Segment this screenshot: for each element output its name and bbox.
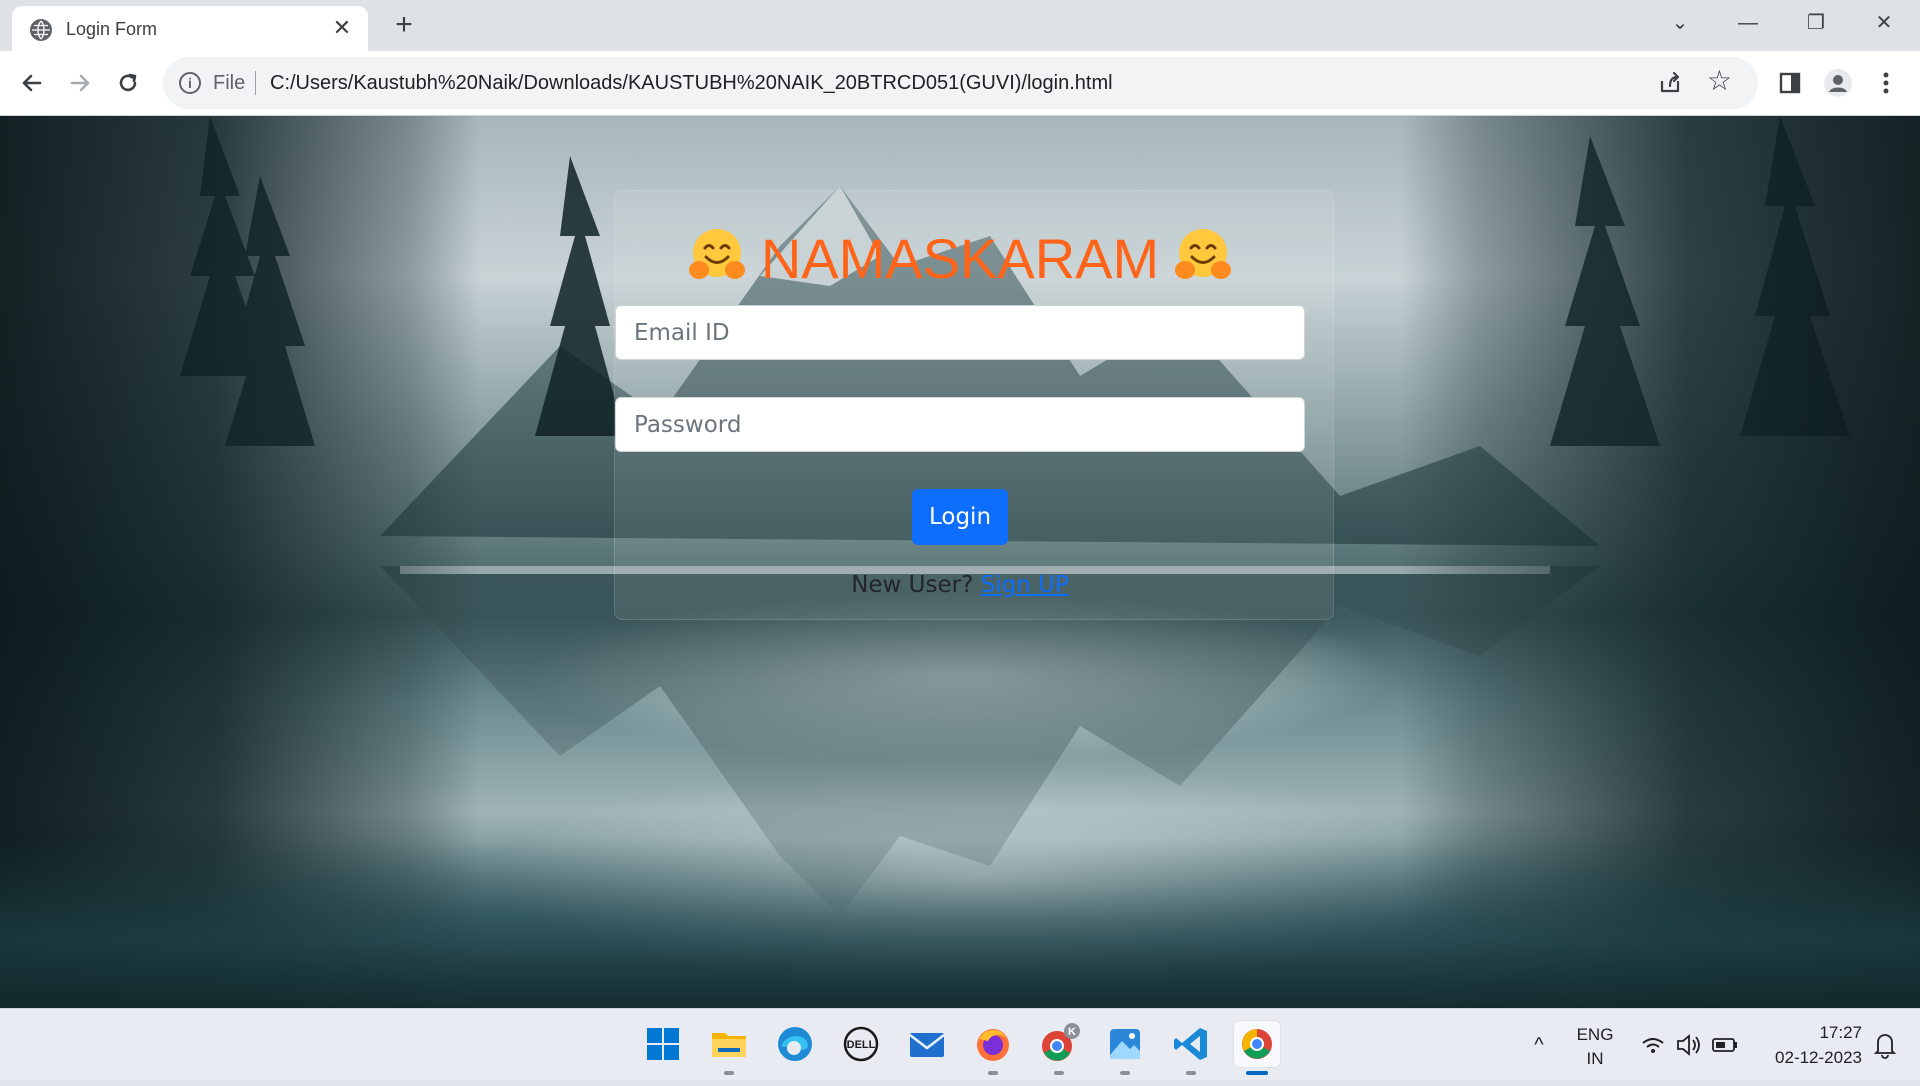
- bookmark-star-icon[interactable]: ☆: [1707, 65, 1732, 97]
- address-bar[interactable]: i File C:/Users/Kaustubh%20Naik/Download…: [163, 57, 1758, 109]
- chrome-icon[interactable]: [1234, 1021, 1280, 1075]
- running-indicator: [1186, 1071, 1196, 1075]
- close-window-button[interactable]: ✕: [1860, 6, 1908, 40]
- svg-text:DELL: DELL: [847, 1039, 876, 1051]
- profile-avatar-icon[interactable]: [1820, 65, 1856, 101]
- url-text[interactable]: C:/Users/Kaustubh%20Naik/Downloads/KAUST…: [270, 72, 1113, 95]
- wifi-icon[interactable]: [1638, 1009, 1668, 1081]
- page-title: NAMASKARAM: [0, 226, 1920, 291]
- forward-arrow-icon[interactable]: [62, 65, 98, 101]
- lake-shade: [0, 838, 1920, 1008]
- scheme-label: File: [213, 72, 246, 94]
- login-button[interactable]: Login: [912, 489, 1008, 545]
- namaskaram-heading: NAMASKARAM: [760, 227, 1160, 290]
- email-field[interactable]: [615, 305, 1305, 360]
- language-code: ENG: [1576, 1025, 1614, 1044]
- show-hidden-icons-chevron-icon[interactable]: ^: [1526, 1009, 1552, 1081]
- firefox-icon[interactable]: [970, 1021, 1016, 1075]
- browser-toolbar: i File C:/Users/Kaustubh%20Naik/Download…: [0, 51, 1920, 116]
- new-tab-button[interactable]: +: [388, 10, 420, 42]
- tab-login-form[interactable]: Login Form ✕: [12, 6, 368, 51]
- clock[interactable]: 17:27 02-12-2023: [1752, 1009, 1862, 1081]
- dell-icon[interactable]: DELL: [838, 1021, 884, 1067]
- signup-prompt: New User? Sign UP: [0, 572, 1920, 598]
- photos-icon[interactable]: [1102, 1021, 1148, 1075]
- active-indicator: [1246, 1071, 1268, 1075]
- tab-title: Login Form: [66, 19, 158, 39]
- vscode-icon[interactable]: [1168, 1021, 1214, 1075]
- chrome-profile-icon[interactable]: K: [1036, 1021, 1082, 1075]
- globe-icon: [30, 19, 52, 41]
- edge-icon[interactable]: [772, 1021, 818, 1067]
- notification-bell-icon[interactable]: [1868, 1009, 1902, 1081]
- more-menu-icon[interactable]: [1868, 65, 1904, 101]
- profile-badge-letter: K: [1068, 1026, 1076, 1038]
- new-user-text: New User?: [851, 572, 974, 598]
- restore-button[interactable]: ❐: [1792, 6, 1840, 40]
- tab-close-icon[interactable]: ✕: [330, 16, 354, 40]
- tab-search-chevron-icon[interactable]: ⌄: [1656, 6, 1704, 40]
- start-icon[interactable]: [640, 1021, 686, 1067]
- password-field[interactable]: [615, 397, 1305, 452]
- hugging-face-emoji-icon: [1172, 226, 1234, 284]
- back-arrow-icon[interactable]: [14, 65, 50, 101]
- battery-icon[interactable]: [1710, 1009, 1740, 1081]
- hugging-face-emoji-icon: [686, 226, 748, 284]
- running-indicator: [1120, 1071, 1130, 1075]
- running-indicator: [724, 1071, 734, 1075]
- volume-icon[interactable]: [1674, 1009, 1704, 1081]
- signup-link[interactable]: Sign UP: [981, 572, 1069, 598]
- address-divider: [255, 71, 256, 95]
- tab-strip: Login Form ✕ + ⌄ — ❐ ✕: [0, 0, 1920, 51]
- running-indicator: [1054, 1071, 1064, 1075]
- clock-time: 17:27: [1819, 1023, 1862, 1042]
- running-indicator: [988, 1071, 998, 1075]
- region-code: IN: [1586, 1049, 1604, 1068]
- reload-icon[interactable]: [110, 65, 146, 101]
- site-info-icon[interactable]: i: [179, 72, 201, 94]
- share-icon[interactable]: [1656, 69, 1684, 97]
- clock-date: 02-12-2023: [1775, 1048, 1862, 1067]
- page-viewport: NAMASKARAM Login New User? Sign UP: [0, 116, 1920, 1008]
- windows-taskbar: DELL K ^ ENG IN 17:27 02-12-2023: [0, 1008, 1920, 1080]
- side-panel-icon[interactable]: [1772, 65, 1808, 101]
- language-indicator[interactable]: ENG IN: [1570, 1009, 1620, 1081]
- file-explorer-icon[interactable]: [706, 1021, 752, 1075]
- mail-icon[interactable]: [904, 1021, 950, 1067]
- minimize-button[interactable]: —: [1724, 6, 1772, 40]
